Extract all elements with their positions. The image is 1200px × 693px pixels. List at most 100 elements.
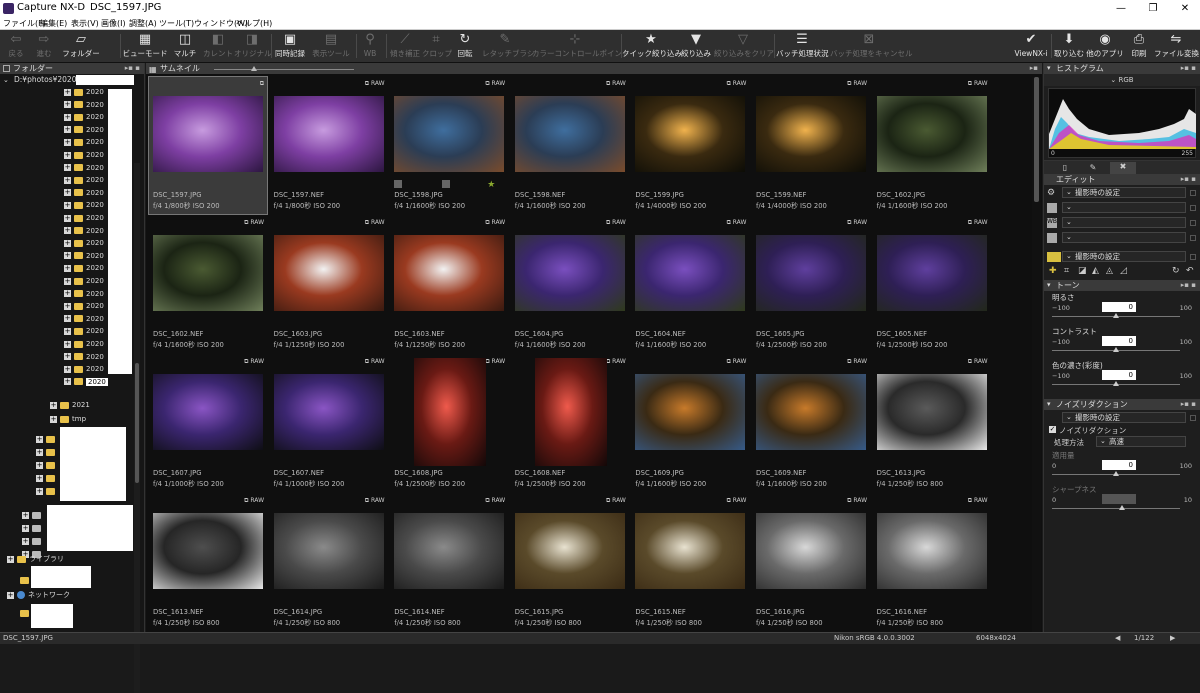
wb-checkbox[interactable] [1190,220,1196,226]
thumbnail-image[interactable] [635,513,746,589]
thumbnail-scrollbar[interactable] [1032,77,1041,632]
panel-menu-icon[interactable]: ▸▪ ▪ [1181,174,1196,185]
forward-button[interactable]: ⇨ 進む [30,32,58,62]
close-button[interactable]: ✕ [1170,0,1200,17]
expand-icon[interactable]: + [64,239,71,247]
thumbnail-cell[interactable]: ⧉ RAW DSC_1603.NEF f/4 1/1250秒 ISO 200 [390,216,509,353]
tree-folder-row[interactable]: + [36,434,58,445]
tools-tab-icon[interactable]: ✖ [1110,162,1136,174]
tree-folder-row[interactable]: +2020 [64,339,104,350]
tree-folder-row[interactable]: + [36,473,58,484]
expand-icon[interactable]: + [64,113,71,121]
slider-knob[interactable] [1113,313,1119,318]
expand-icon[interactable]: + [64,201,71,209]
expand-icon[interactable]: + [64,302,71,310]
expand-icon[interactable]: + [36,448,43,456]
back-button[interactable]: ⇦ 戻る [2,32,30,62]
expand-icon[interactable]: + [64,88,71,96]
thumbnail-size-knob[interactable] [251,66,257,71]
thumbnail-image[interactable] [756,96,866,172]
crop-icon[interactable]: ⌗ [1064,266,1069,276]
histogram-channel-select[interactable]: ⌄ RGB [1044,74,1200,86]
menu-edit[interactable]: 編集(E) [40,18,67,29]
wb-select[interactable]: ⌄ [1062,217,1186,228]
exposure-select[interactable]: ⌄ [1062,232,1186,243]
tree-folder-row[interactable]: + [36,447,58,458]
expand-icon[interactable]: + [64,365,71,373]
nr-preset-checkbox[interactable] [1190,415,1196,421]
thumbnail-image[interactable] [876,513,987,589]
menu-help[interactable]: ヘルプ(H) [236,18,272,29]
thumbnail-image[interactable] [756,374,866,450]
restore-button[interactable]: ❐ [1138,0,1168,17]
thumbnail-cell[interactable]: ⧉ RAW DSC_1607.NEF f/4 1/1000秒 ISO 200 [269,355,388,492]
expand-icon[interactable]: + [64,126,71,134]
page-next-icon[interactable]: ▶ [1170,634,1175,642]
thumbnail-image[interactable] [756,235,866,311]
display-tool-button[interactable]: ▤ 表示ツール [310,32,352,62]
color-control-point-button[interactable]: ⊹ カラーコントロールポイント [532,32,630,62]
thumbnail-image[interactable] [756,513,866,589]
expand-icon[interactable]: + [64,277,71,285]
thumbnail-image[interactable] [635,374,746,450]
expand-icon[interactable]: + [64,315,71,323]
batch-status-button[interactable]: ☰ バッチ処理状況 [776,32,829,62]
expand-icon[interactable]: + [64,327,71,335]
crop-button[interactable]: ⌗ クロップ [422,32,452,62]
expand-icon[interactable]: + [36,474,43,482]
folder-scrollbar-thumb[interactable] [135,363,139,483]
picture-control-checkbox[interactable] [1190,205,1196,211]
thumbnail-image[interactable] [273,235,384,311]
edit-tab-icon[interactable]: ✎ [1082,163,1104,173]
collapse-icon[interactable]: ▾ [1047,399,1051,410]
tree-folder-row[interactable]: +2020 [64,377,108,388]
folder-button[interactable]: ▱ フォルダー [60,32,102,62]
library-row[interactable]: + ライブラリ [7,554,64,565]
thumbnail-image[interactable] [514,96,625,172]
slider-knob[interactable] [1113,381,1119,386]
panel-menu-icon[interactable]: ▸▪ ▪ [1181,399,1196,410]
expand-icon[interactable]: + [64,378,71,386]
thumbnail-cell[interactable]: ⧉ RAW DSC_1605.JPG f/4 1/2500秒 ISO 200 [752,216,870,353]
thumbnail-cell[interactable]: ⧉ RAW DSC_1614.JPG f/4 1/250秒 ISO 800 [269,494,388,631]
thumbnail-cell[interactable]: ⧉ RAW DSC_1615.JPG f/4 1/250秒 ISO 800 [510,494,629,631]
tree-folder-row[interactable]: +2020 [64,87,104,98]
thumbnail-cell[interactable]: ⧉ RAW DSC_1607.JPG f/4 1/1000秒 ISO 200 [149,355,267,492]
color-icon[interactable]: ◬ [1106,266,1113,276]
thumbnail-image[interactable] [635,96,746,172]
tree-folder-row[interactable]: + [36,486,58,497]
menu-adjust[interactable]: 調整(A) [129,18,157,29]
tree-drive-row[interactable]: + [22,523,44,534]
tree-folder-row[interactable]: +2020 [64,200,104,211]
thumbnail-cell[interactable]: ⧉ RAW DSC_1598.NEF f/4 1/1600秒 ISO 200 [510,77,629,214]
tree-folder-row[interactable]: +2020 [64,137,104,148]
panel-menu-icon[interactable]: ▸▪ [1030,63,1038,74]
thumbnail-cell[interactable]: ⧉ RAW DSC_1614.NEF f/4 1/250秒 ISO 800 [390,494,509,631]
thumbnail-cell[interactable]: ⧉ RAW DSC_1602.NEF f/4 1/1600秒 ISO 200 [149,216,267,353]
thumbnail-image[interactable] [153,374,263,450]
expand-icon[interactable]: + [64,353,71,361]
expand-arrow-icon[interactable]: ⌄ [3,74,9,86]
folder-path-row[interactable]: ⌄ D:¥photos¥2020¥2 [0,74,144,86]
thumbnail-image[interactable] [273,374,384,450]
info-tab-icon[interactable]: ▯ [1054,163,1076,173]
tree-folder-row[interactable]: +2020 [64,263,104,274]
thumbnail-cell[interactable]: ⧉ RAW DSC_1616.NEF f/4 1/250秒 ISO 800 [872,494,991,631]
thumbnail-cell[interactable]: ⧉ RAW DSC_1608.JPG f/4 1/2500秒 ISO 200 [390,355,509,492]
quick-filter-button[interactable]: ★ クイック絞り込み [622,32,682,62]
thumbnail-image[interactable] [394,513,505,589]
thumbnail-image[interactable] [273,513,384,589]
thumbnail-cell[interactable]: ⧉ RAW DSC_1597.NEF f/4 1/800秒 ISO 200 [269,77,388,214]
filter-button[interactable]: ▼ 絞り込み [680,32,712,62]
slider-value-input[interactable]: 0 [1102,336,1136,346]
thumbnail-image[interactable] [153,96,263,172]
tree-folder-row[interactable]: +2020 [64,175,104,186]
retouch-brush-button[interactable]: ✎ レタッチブラシ [482,32,534,62]
tree-folder-row[interactable]: +2020 [64,226,104,237]
page-first-icon[interactable]: ◀ [1115,634,1120,642]
thumbnail-image[interactable] [273,96,384,172]
expand-icon[interactable]: + [64,290,71,298]
expand-icon[interactable]: + [36,487,43,495]
tree-folder-row[interactable]: +2020 [64,163,104,174]
slider-value-input[interactable] [1102,494,1136,504]
